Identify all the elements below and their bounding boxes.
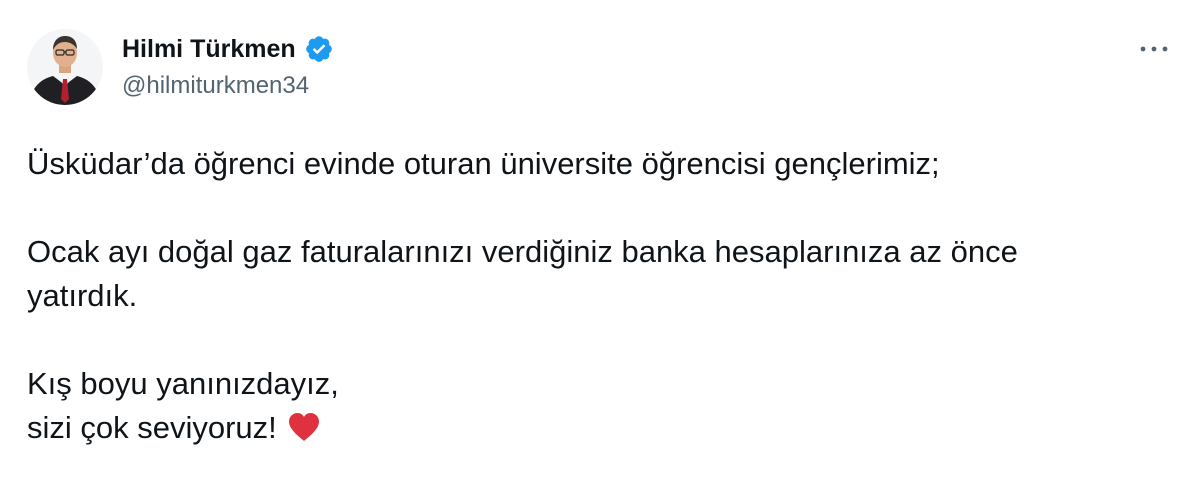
author-handle[interactable]: @hilmiturkmen34	[122, 72, 309, 100]
tweet-line: Ocak ayı doğal gaz faturalarınızı verdiğ…	[27, 234, 1018, 269]
tweet-line: sizi çok seviyoruz!	[27, 410, 277, 445]
tweet-last-line: sizi çok seviyoruz!	[27, 406, 1177, 450]
author-display-name[interactable]: Hilmi Türkmen	[122, 35, 296, 64]
tweet-line: yatırdık.	[27, 278, 138, 313]
tweet-card: Hilmi Türkmen @hilmiturkmen34 Üsküdar’da…	[0, 0, 1200, 489]
tweet-text: Üsküdar’da öğrenci evinde oturan ünivers…	[27, 142, 1177, 450]
tweet-line: Kış boyu yanınızdayız,	[27, 366, 339, 401]
author-name-row: Hilmi Türkmen	[122, 32, 334, 66]
avatar[interactable]	[27, 29, 103, 105]
avatar-image	[27, 29, 103, 105]
red-heart-icon	[287, 411, 321, 443]
more-options-icon[interactable]	[1134, 34, 1174, 64]
tweet-line: Üsküdar’da öğrenci evinde oturan ünivers…	[27, 146, 940, 181]
verified-badge-icon	[304, 34, 334, 64]
